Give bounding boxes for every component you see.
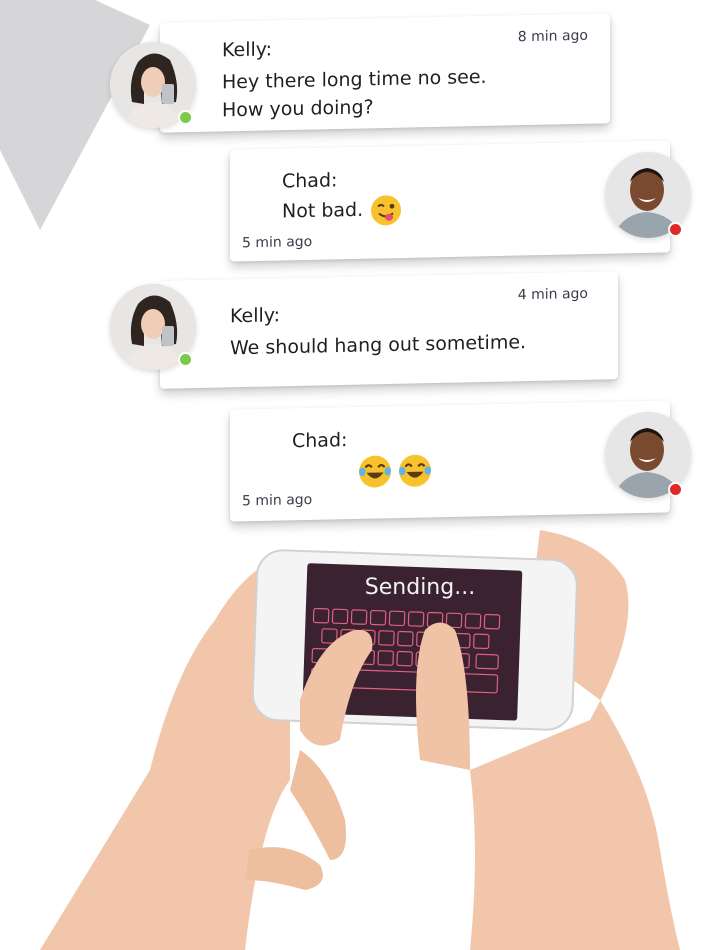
laughing-tears-face-icon (358, 454, 392, 493)
message-sender: Kelly: (222, 38, 273, 62)
message-text-line1: Hey there long time no see. (222, 65, 487, 94)
winking-tongue-face-icon (370, 194, 402, 231)
message-timestamp: 4 min ago (517, 285, 588, 304)
message-sender: Kelly: (230, 304, 281, 328)
message-text-line1: We should hang out sometime. (230, 331, 527, 360)
message-card-kelly-2: Kelly: 4 min ago We should hang out some… (160, 271, 618, 389)
laughing-tears-face-icon (398, 453, 432, 492)
message-card-chad-2: Chad: 5 min ago (230, 400, 670, 522)
offline-status-dot (668, 222, 683, 237)
message-text-line1: Not bad. (282, 198, 364, 223)
chat-scene: Kelly: 8 min ago Hey there long time no … (0, 0, 704, 950)
message-sender: Chad: (292, 429, 348, 453)
sending-status-text: Sending... (364, 575, 476, 600)
message-text-line2: How you doing? (222, 96, 374, 122)
online-status-dot (178, 110, 193, 125)
offline-status-dot (668, 482, 683, 497)
message-timestamp: 5 min ago (242, 233, 313, 252)
message-timestamp: 5 min ago (242, 491, 313, 510)
message-card-chad-1: Chad: Not bad. 5 min ago (230, 140, 670, 262)
message-timestamp: 8 min ago (517, 27, 588, 46)
message-card-kelly-1: Kelly: 8 min ago Hey there long time no … (160, 13, 610, 133)
message-sender: Chad: (282, 169, 338, 193)
online-status-dot (178, 352, 193, 367)
